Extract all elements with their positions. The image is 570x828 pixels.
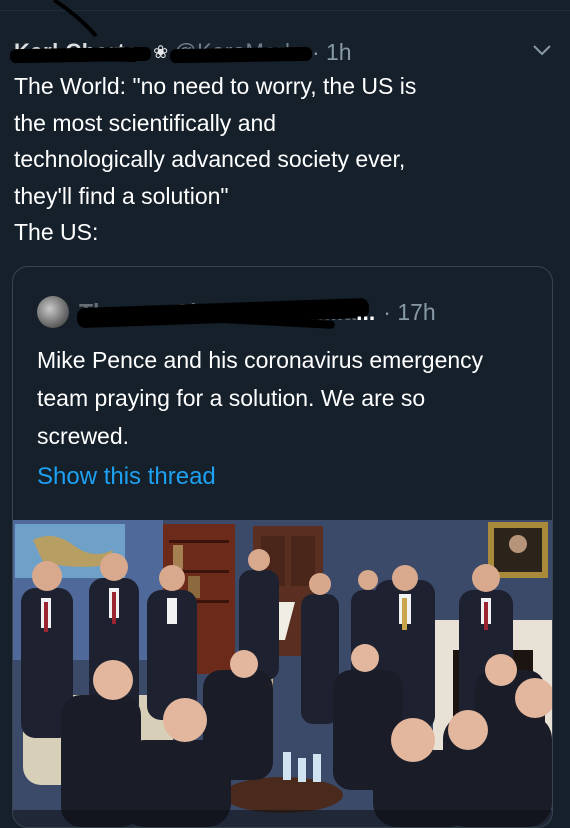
quoted-tweet-text: Mike Pence and his coronavirus emergency… xyxy=(37,347,484,449)
quoted-tweet-header: Thomas Chatterton Willia... · 17h xyxy=(37,295,537,329)
quoted-author-name[interactable]: Thomas Chatterton Willia... xyxy=(76,297,376,329)
avatar[interactable] xyxy=(37,296,69,328)
tweet-time[interactable]: 1h xyxy=(326,39,352,65)
chevron-down-icon[interactable] xyxy=(530,38,554,62)
redaction-scribble xyxy=(170,46,313,64)
quoted-timestamp[interactable]: · 17h xyxy=(383,299,435,326)
meeting-photo xyxy=(13,520,552,827)
quoted-author-name-ellipsis: ... xyxy=(356,298,376,325)
show-thread-link[interactable]: Show this thread xyxy=(37,463,216,491)
tweet-author[interactable]: Karl Charter xyxy=(9,39,152,65)
quoted-time[interactable]: 17h xyxy=(397,299,435,325)
verified-badge-icon: ❀ xyxy=(153,41,169,62)
tweet-header: Karl Charter ❀ @KareMarks · 1h xyxy=(9,34,554,70)
quoted-tweet-card[interactable]: Thomas Chatterton Willia... · 17h Mike P… xyxy=(12,266,553,828)
tweet-handle[interactable]: @KareMarks xyxy=(170,39,313,65)
quoted-tweet-photo[interactable] xyxy=(13,520,552,827)
tweet-text: The World: "no need to worry, the US is … xyxy=(14,73,417,245)
tweet-timestamp[interactable]: · 1h xyxy=(312,39,352,66)
